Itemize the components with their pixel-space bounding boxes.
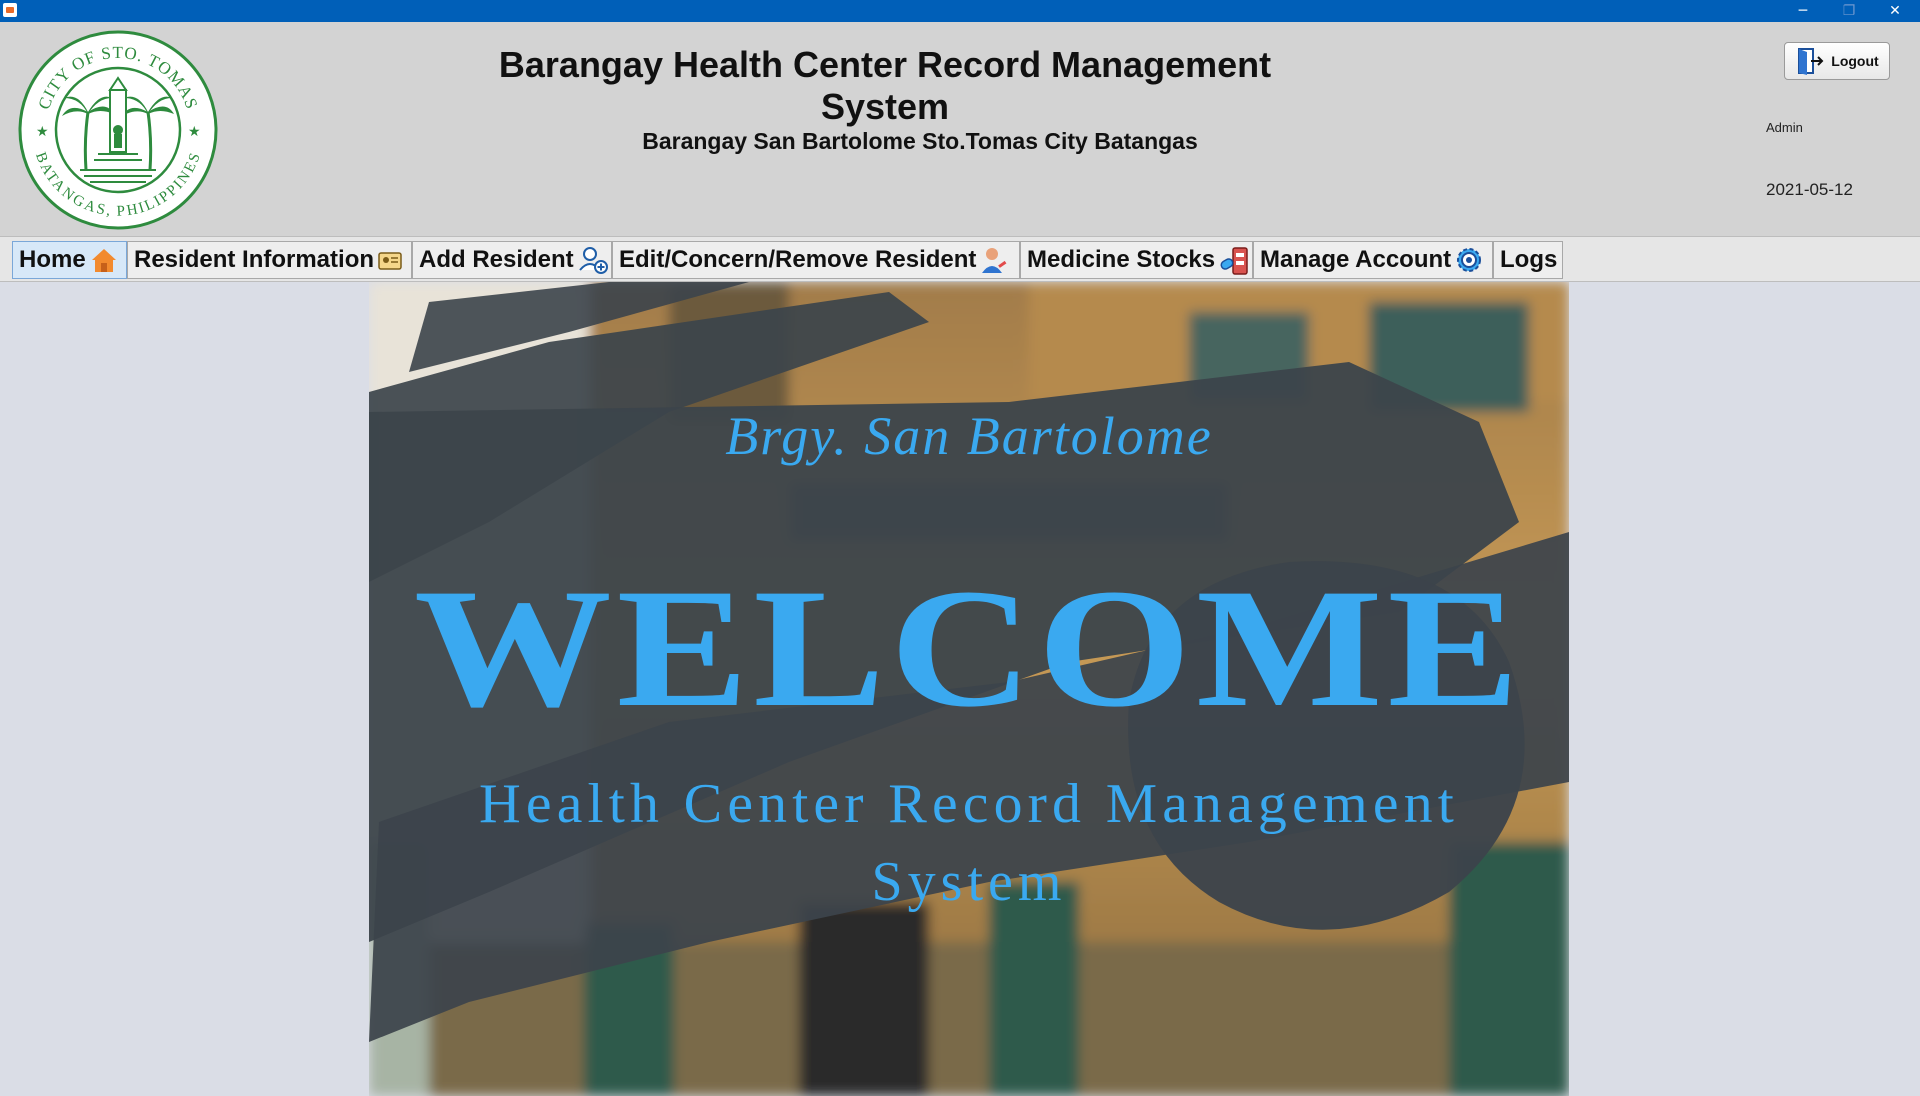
app-header: CITY OF STO. TOMAS BATANGAS, PHILIPPINES… xyxy=(0,22,1920,236)
main-tab-strip: Home Resident Information Add Resident E… xyxy=(0,236,1920,282)
logout-label: Logout xyxy=(1831,53,1879,69)
svg-text:★: ★ xyxy=(188,124,201,140)
current-user-label: Admin xyxy=(1766,120,1803,135)
tab-add-resident[interactable]: Add Resident xyxy=(412,241,612,279)
add-user-icon xyxy=(578,247,608,274)
java-app-icon xyxy=(3,3,17,17)
user-edit-icon xyxy=(982,248,1007,273)
banner-welcome-text: WELCOME xyxy=(414,554,1524,742)
tab-manage-account-label: Manage Account xyxy=(1260,246,1452,273)
gear-icon xyxy=(1457,248,1482,272)
page-title: Barangay Health Center Record Management… xyxy=(498,44,1272,127)
tab-logs-label: Logs xyxy=(1500,246,1558,273)
banner-system-title: Health Center Record Management xyxy=(479,773,1459,835)
current-date-label: 2021-05-12 xyxy=(1766,180,1853,199)
tab-home[interactable]: Home xyxy=(12,241,127,279)
id-card-icon xyxy=(378,252,402,270)
tab-medicine-stocks-label: Medicine Stocks xyxy=(1027,246,1216,273)
welcome-banner: Brgy. San Bartolome WELCOME Health Cente… xyxy=(369,282,1569,1096)
page-subtitle: Barangay San Bartolome Sto.Tomas City Ba… xyxy=(642,128,1198,154)
house-icon xyxy=(91,249,116,272)
tab-resident-information-label: Resident Information xyxy=(134,246,375,273)
minimize-button[interactable]: ─ xyxy=(1780,0,1826,22)
tab-logs[interactable]: Logs xyxy=(1493,241,1563,279)
tab-edit-concern-remove-resident[interactable]: Edit/Concern/Remove Resident xyxy=(612,241,1020,279)
tab-home-label: Home xyxy=(19,246,86,273)
welcome-banner-graphic: Brgy. San Bartolome WELCOME Health Cente… xyxy=(369,282,1569,1096)
medicine-icon xyxy=(1220,247,1248,275)
svg-text:★: ★ xyxy=(36,124,49,140)
restore-button: ❐ xyxy=(1842,3,1856,19)
tab-medicine-stocks[interactable]: Medicine Stocks xyxy=(1020,241,1253,279)
close-button[interactable]: ✕ xyxy=(1872,0,1918,22)
tab-edit-concern-remove-resident-label: Edit/Concern/Remove Resident xyxy=(619,246,977,273)
window-titlebar: ─ ❐ ✕ xyxy=(0,0,1920,22)
tab-resident-information[interactable]: Resident Information xyxy=(127,241,412,279)
city-seal-logo: CITY OF STO. TOMAS BATANGAS, PHILIPPINES… xyxy=(18,30,218,230)
logout-door-icon xyxy=(1798,48,1824,75)
tab-manage-account[interactable]: Manage Account xyxy=(1253,241,1493,279)
logout-button[interactable]: Logout xyxy=(1784,42,1890,80)
banner-barangay-name: Brgy. San Bartolome xyxy=(725,406,1212,466)
banner-system-title-2: System xyxy=(872,851,1067,913)
tab-add-resident-label: Add Resident xyxy=(419,246,574,273)
